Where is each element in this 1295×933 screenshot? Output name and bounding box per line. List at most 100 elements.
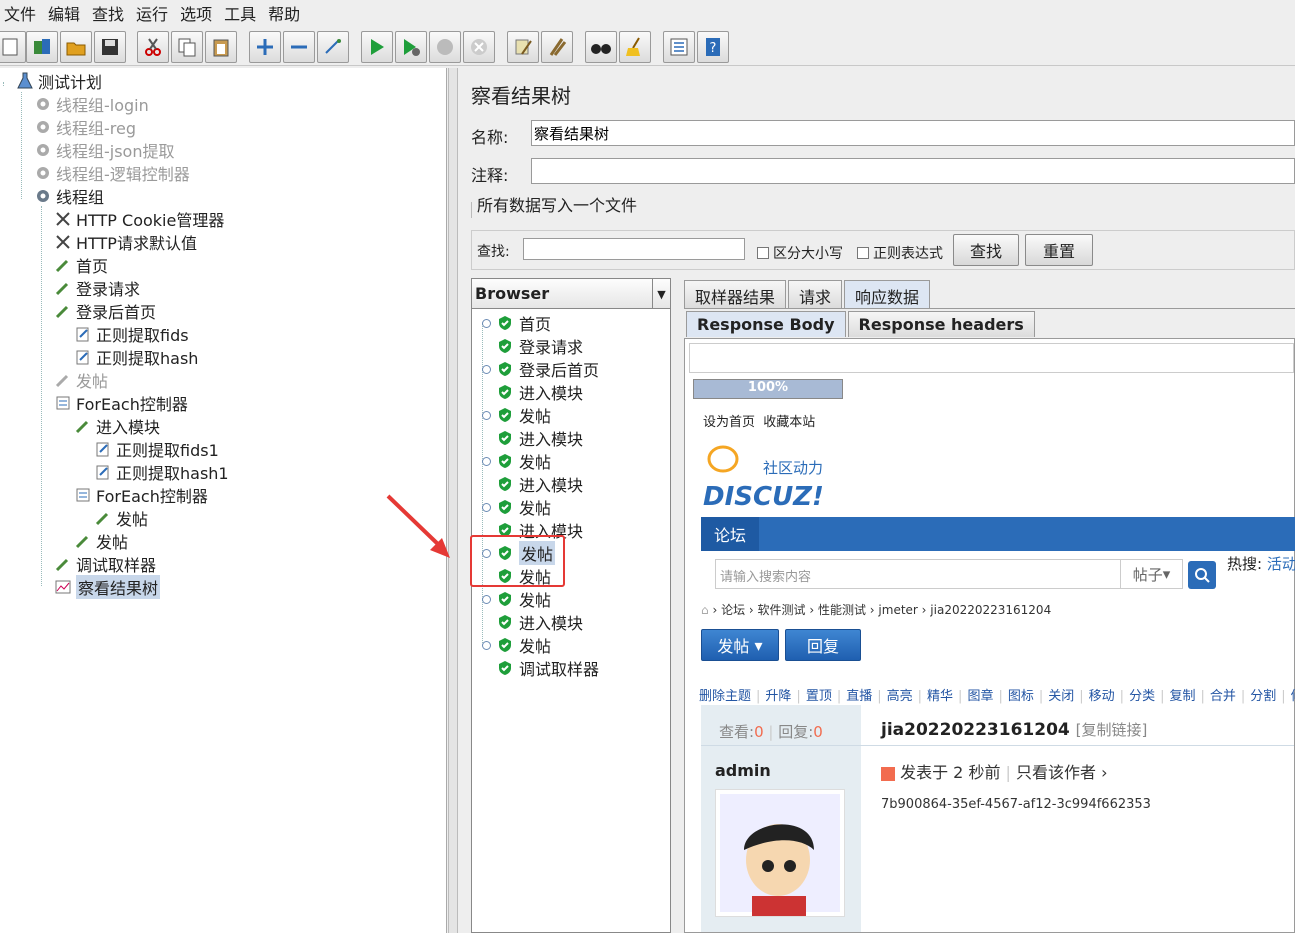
expander-icon[interactable] [482,364,491,374]
breadcrumb-item[interactable]: 性能测试 [818,603,866,617]
result-item[interactable]: 进入模块 [482,473,583,495]
tree-node-sampler-post-inner[interactable]: 发帖 [94,507,148,529]
mod-action[interactable]: 合并 [1210,689,1236,704]
search-input[interactable] [523,238,745,260]
only-author-link[interactable]: 只看该作者 [1016,763,1096,782]
result-item[interactable]: 进入模块 [482,427,583,449]
cut-icon[interactable] [137,31,169,63]
nav-forum[interactable]: 论坛 [701,517,759,551]
breadcrumb-item[interactable]: jia20220223161204 [930,603,1051,617]
tree-node-sampler-login[interactable]: 登录请求 [54,277,140,299]
link-set-home[interactable]: 设为首页 [703,415,755,430]
mod-action[interactable]: 升降 [765,689,791,704]
discuz-logo[interactable]: 社区动力 DISCUZ! [703,443,833,513]
mod-action[interactable]: 高亮 [887,689,913,704]
tree-node-thread-group-login[interactable]: 线程组-login [34,93,149,115]
mod-action[interactable]: 分割 [1250,689,1276,704]
paste-icon[interactable] [205,31,237,63]
breadcrumb-item[interactable]: 软件测试 [758,603,806,617]
new-post-button[interactable]: 发帖 ▾ [701,629,779,661]
breadcrumb-item[interactable]: 论坛 [721,603,745,617]
regex-checkbox[interactable]: 正则表达式 [857,243,943,263]
tree-node-debug-sampler[interactable]: 调试取样器 [54,553,156,575]
start-no-pause-icon[interactable] [395,31,427,63]
copy-link[interactable]: [复制链接] [1076,721,1148,739]
clear-all-icon[interactable] [541,31,573,63]
post-author[interactable]: admin [715,761,771,780]
expander-icon[interactable] [482,502,491,512]
reset-button[interactable]: 重置 [1025,234,1093,266]
tab-sampler-result[interactable]: 取样器结果 [684,280,787,308]
result-item[interactable]: 登录后首页 [482,358,599,380]
home-icon[interactable]: ⌂ [701,603,709,617]
tab-response-body[interactable]: Response Body [686,311,846,337]
case-sensitive-checkbox[interactable]: 区分大小写 [757,243,843,263]
new-icon[interactable] [0,31,26,63]
mod-action[interactable]: 图标 [1008,689,1034,704]
expand-icon[interactable] [249,31,281,63]
tree-node-cookie-manager[interactable]: HTTP Cookie管理器 [54,208,224,230]
stop-icon[interactable] [429,31,461,63]
tree-node-thread-group-logic[interactable]: 线程组-逻辑控制器 [34,162,190,184]
renderer-select[interactable]: Browser ▼ [472,279,670,309]
menu-search[interactable]: 查找 [92,1,132,25]
mod-action[interactable]: 直播 [846,689,872,704]
expander-icon[interactable] [482,456,491,466]
tree-node-test-plan[interactable]: 测试计划 [16,70,102,92]
collapse-icon[interactable] [283,31,315,63]
mod-action[interactable]: 复制 [1169,689,1195,704]
tree-node-sampler-home[interactable]: 首页 [54,254,108,276]
tree-node-http-defaults[interactable]: HTTP请求默认值 [54,231,197,253]
name-field[interactable] [531,120,1295,146]
result-item[interactable]: 进入模块 [482,611,583,633]
forum-search-input[interactable]: 请输入搜索内容 [715,559,1183,589]
tree-node-thread-group[interactable]: 线程组 [34,185,104,207]
mod-action[interactable]: 移动 [1089,689,1115,704]
tree-node-thread-group-reg[interactable]: 线程组-reg [34,116,136,138]
mod-action[interactable]: 置顶 [806,689,832,704]
search-type-select[interactable]: 帖子 ▾ [1120,559,1182,589]
search-button[interactable] [1188,561,1216,589]
save-icon[interactable] [94,31,126,63]
tree-node-foreach-1[interactable]: ForEach控制器 [54,392,188,414]
result-item[interactable]: 登录请求 [482,335,583,357]
result-item[interactable]: 发帖 [482,496,551,518]
tree-node-foreach-2[interactable]: ForEach控制器 [74,484,208,506]
tab-response-headers[interactable]: Response headers [847,311,1035,337]
menu-run[interactable]: 运行 [136,1,176,25]
breadcrumb-item[interactable]: jmeter [878,603,917,617]
find-button[interactable]: 查找 [953,234,1019,266]
expander-icon[interactable] [482,410,491,420]
result-item[interactable]: 发帖 [482,588,551,610]
mod-action[interactable]: 精华 [927,689,953,704]
comment-field[interactable] [531,158,1295,184]
tree-node-sampler-enter-module[interactable]: 进入模块 [74,415,160,437]
avatar[interactable] [715,789,845,917]
result-item[interactable]: 发帖 [482,404,551,426]
menu-tools[interactable]: 工具 [224,1,264,25]
menu-options[interactable]: 选项 [180,1,220,25]
link-bookmark[interactable]: 收藏本站 [763,415,815,430]
menu-help[interactable]: 帮助 [268,1,308,25]
toggle-icon[interactable] [317,31,349,63]
expander-icon[interactable] [482,594,491,604]
copy-icon[interactable] [171,31,203,63]
tree-node-sampler-post-disabled[interactable]: 发帖 [54,369,108,391]
reply-button[interactable]: 回复 [785,629,861,661]
hot-item[interactable]: 活动 [1267,555,1295,573]
tree-node-regex-fids1[interactable]: 正则提取fids1 [94,438,219,460]
result-item[interactable]: 发帖 [482,634,551,656]
tree-node-regex-fids[interactable]: 正则提取fids [74,323,189,345]
tree-node-regex-hash[interactable]: 正则提取hash [74,346,198,368]
templates-icon[interactable] [26,31,58,63]
result-item[interactable]: 调试取样器 [482,657,599,679]
url-field[interactable] [689,343,1294,373]
tree-node-thread-group-json[interactable]: 线程组-json提取 [34,139,175,161]
result-item[interactable]: 首页 [482,312,551,334]
help-icon[interactable]: ? [697,31,729,63]
expander-icon[interactable] [482,318,491,328]
result-item[interactable]: 进入模块 [482,381,583,403]
menu-file[interactable]: 文件 [4,1,44,25]
tree-node-view-results-tree[interactable]: 察看结果树 [54,575,161,599]
tab-response-data[interactable]: 响应数据 [844,280,931,308]
